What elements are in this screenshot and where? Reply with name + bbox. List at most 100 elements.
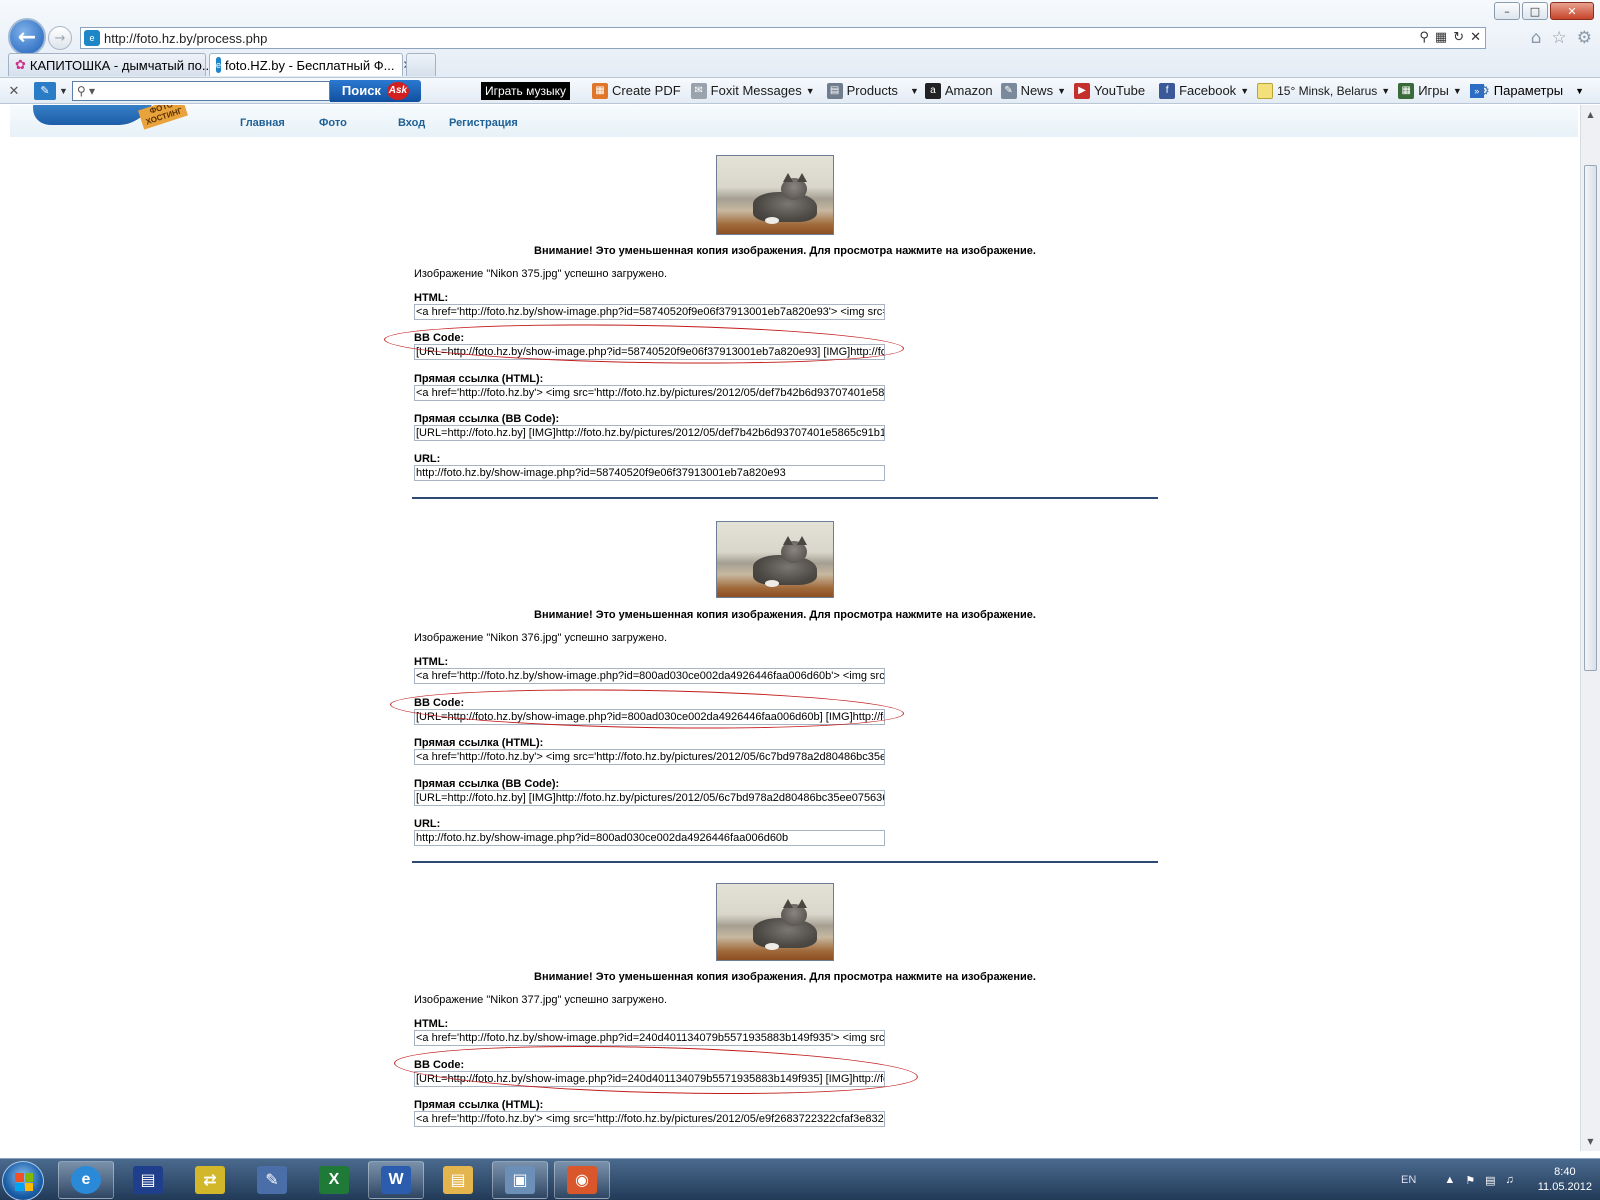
news-button[interactable]: ✎ News ▼: [1000, 82, 1066, 99]
browser-right-tools: ⌂ ☆ ⚙: [1531, 28, 1592, 48]
html-code-field[interactable]: [414, 304, 885, 320]
scroll-thumb[interactable]: [1584, 165, 1597, 671]
play-music-button[interactable]: Играть музыку: [480, 81, 571, 100]
create-pdf-button[interactable]: ▦ Create PDF: [592, 82, 681, 99]
taskbar-ie[interactable]: e: [58, 1161, 114, 1199]
tab-strip: ✿ КАПИТОШКА - дымчатый по... e foto.HZ.b…: [8, 53, 436, 76]
logo-quadrant: [24, 1173, 33, 1182]
cat-ear: [783, 173, 793, 182]
address-tools: ⚲ ▦ ↻ ✕: [1419, 30, 1481, 45]
image-thumbnail-cat[interactable]: [716, 521, 834, 598]
direct-html-label: Прямая ссылка (HTML):: [414, 737, 544, 749]
close-window-button[interactable]: ✕: [1550, 2, 1594, 20]
home-icon[interactable]: ⌂: [1531, 28, 1542, 48]
thumbnail-warning: Внимание! Это уменьшенная копия изображе…: [534, 971, 1036, 983]
nav-link-photo[interactable]: Фото: [319, 117, 398, 129]
bbcode-label: BB Code:: [414, 697, 465, 709]
tab-kapitoshka[interactable]: ✿ КАПИТОШКА - дымчатый по...: [8, 53, 213, 76]
bbcode-field[interactable]: [414, 709, 885, 725]
forward-button[interactable]: →: [48, 26, 72, 50]
params-button[interactable]: ⚙ Параметры ▼: [1478, 83, 1584, 99]
direct-bbcode-field[interactable]: [414, 790, 885, 806]
url-field[interactable]: [414, 830, 885, 846]
taskbar-viewer[interactable]: ◉: [554, 1161, 610, 1199]
gear-icon: ⚙: [1478, 82, 1490, 98]
tab-title: foto.HZ.by - Бесплатный Ф...: [225, 57, 395, 73]
messages-icon: ✉: [690, 82, 707, 99]
nav-link-login[interactable]: Вход: [398, 117, 449, 129]
section-separator: [412, 861, 1158, 863]
direct-html-field[interactable]: [414, 1111, 885, 1127]
nav-link-register[interactable]: Регистрация: [449, 117, 518, 129]
url-field[interactable]: [414, 465, 885, 481]
html-code-field[interactable]: [414, 668, 885, 684]
system-tray: EN ▲ ⚑ ▤ ♫ 8:40 11.05.2012: [1401, 1159, 1592, 1200]
taskbar-save[interactable]: ▤: [120, 1161, 176, 1199]
favorites-star-icon[interactable]: ☆: [1552, 28, 1567, 48]
search-button[interactable]: Поиск Ask: [329, 79, 421, 102]
image-thumbnail-cat[interactable]: [716, 883, 834, 961]
taskbar-visio[interactable]: ✎: [244, 1161, 300, 1199]
direct-html-label: Прямая ссылка (HTML):: [414, 1099, 544, 1111]
weather-button[interactable]: 15° Minsk, Belarus ▼: [1257, 82, 1390, 99]
games-icon: ▦: [1398, 82, 1415, 99]
chevron-down-icon[interactable]: ▼: [59, 86, 68, 96]
clock[interactable]: 8:40 11.05.2012: [1538, 1165, 1592, 1195]
direct-html-field[interactable]: [414, 749, 885, 765]
params-label: Параметры: [1493, 83, 1564, 98]
address-url[interactable]: http://foto.hz.by/process.php: [104, 31, 267, 46]
foxit-messages-button[interactable]: ✉ Foxit Messages ▼: [690, 82, 815, 99]
show-hidden-icons-icon[interactable]: ▲: [1444, 1174, 1455, 1186]
logo-tag: ФОТО ХОСТИНГ: [138, 105, 188, 130]
direct-bbcode-field[interactable]: [414, 425, 885, 441]
gear-icon[interactable]: ⚙: [1577, 28, 1592, 48]
taskbar-network-app[interactable]: ⇄: [182, 1161, 238, 1199]
taskbar-explorer[interactable]: ▤: [430, 1161, 486, 1199]
pencil-icon[interactable]: ✎: [34, 81, 56, 100]
new-tab-button[interactable]: [406, 53, 436, 76]
logo-quadrant: [24, 1182, 33, 1191]
cat-ear: [797, 899, 807, 908]
taskbar-word[interactable]: W: [368, 1161, 424, 1199]
bbcode-field[interactable]: [414, 1071, 885, 1087]
taskbar-excel[interactable]: X: [306, 1161, 362, 1199]
amazon-link[interactable]: a Amazon: [924, 82, 993, 99]
taskbar-remote-desktop[interactable]: ▣: [492, 1161, 548, 1199]
scroll-down-icon[interactable]: ▼: [1583, 1134, 1598, 1149]
games-button[interactable]: ▦ Игры ▼: [1398, 82, 1462, 99]
maximize-button[interactable]: □: [1522, 2, 1548, 20]
back-button[interactable]: ←: [8, 18, 46, 56]
action-center-flag-icon[interactable]: ⚑: [1465, 1174, 1475, 1187]
minimize-button[interactable]: –: [1494, 2, 1520, 20]
image-thumbnail-cat[interactable]: [716, 155, 834, 235]
start-button[interactable]: [2, 1161, 44, 1200]
cat-ear: [797, 536, 807, 545]
direct-html-field[interactable]: [414, 385, 885, 401]
toolbar-search-input[interactable]: ⚲ ▾: [71, 80, 330, 101]
facebook-button[interactable]: f Facebook ▼: [1159, 82, 1249, 99]
vertical-scrollbar[interactable]: ▲ ▼: [1580, 105, 1600, 1151]
bbcode-label: BB Code:: [414, 332, 465, 344]
volume-icon[interactable]: ♫: [1506, 1174, 1514, 1186]
products-button[interactable]: ▤ Products ▼: [826, 82, 919, 99]
products-label: Products: [846, 83, 898, 98]
close-toolbar-icon[interactable]: ✕: [4, 83, 24, 99]
address-bar[interactable]: e http://foto.hz.by/process.php ⚲ ▦ ↻ ✕: [80, 27, 1486, 49]
network-icon[interactable]: ▤: [1485, 1174, 1495, 1187]
language-indicator[interactable]: EN: [1401, 1174, 1416, 1186]
compat-view-icon[interactable]: ▦: [1435, 30, 1447, 45]
amazon-label: Amazon: [944, 83, 993, 98]
stop-icon[interactable]: ✕: [1470, 30, 1481, 45]
search-icon[interactable]: ⚲: [1419, 30, 1429, 45]
tab-foto-hz[interactable]: e foto.HZ.by - Бесплатный Ф... ✕: [209, 53, 413, 76]
nav-link-home[interactable]: Главная: [240, 117, 319, 129]
scroll-up-icon[interactable]: ▲: [1583, 107, 1598, 122]
refresh-icon[interactable]: ↻: [1453, 30, 1464, 45]
products-icon: ▤: [826, 82, 843, 99]
site-logo[interactable]: ФОТО ХОСТИНГ: [20, 105, 190, 135]
word-icon: W: [381, 1166, 411, 1194]
youtube-link[interactable]: ▶ YouTube: [1074, 82, 1145, 99]
bbcode-field[interactable]: [414, 344, 885, 360]
html-code-field[interactable]: [414, 1030, 885, 1046]
ie-page-icon: e: [216, 57, 222, 73]
